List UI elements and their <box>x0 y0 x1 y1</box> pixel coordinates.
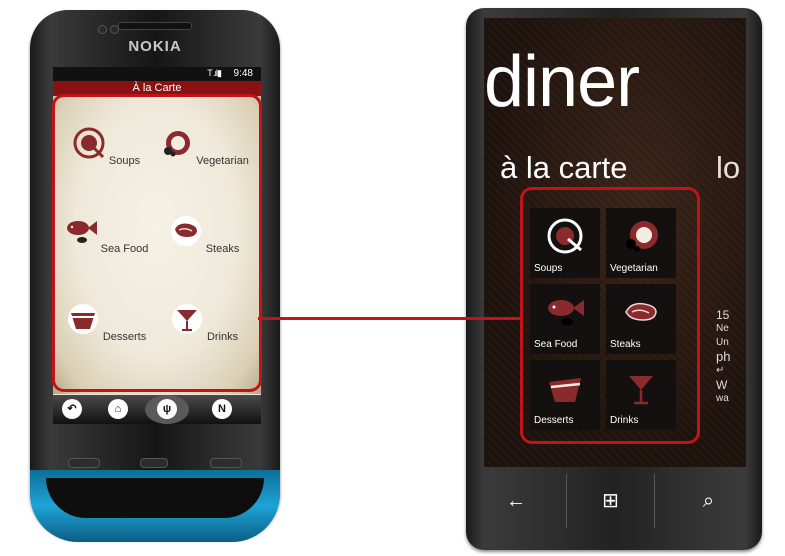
end-key[interactable] <box>210 458 242 468</box>
peek-line: 15 <box>716 308 730 322</box>
connector-line <box>258 317 522 320</box>
nokia-phone-chin <box>46 478 264 518</box>
peek-line: Un <box>716 337 729 348</box>
peek-line: Ne <box>716 323 729 334</box>
nokia-highlight-box <box>52 94 262 392</box>
menu-key[interactable] <box>140 458 168 468</box>
section-title: à la carte <box>500 150 628 185</box>
home-icon[interactable]: ⌂ <box>108 399 128 419</box>
next-section-peek[interactable]: lo <box>716 150 740 186</box>
peek-line: W <box>716 378 728 392</box>
nokia-hardware-keys <box>54 452 254 476</box>
windows-highlight-box <box>520 187 700 444</box>
peek-line: ph <box>716 349 731 364</box>
back-arrow-icon[interactable]: ← <box>466 470 566 532</box>
signal-indicator: T .ıl▮ <box>207 68 222 78</box>
search-icon[interactable]: ⌕ <box>655 470 762 532</box>
back-icon[interactable]: ↶ <box>62 399 82 419</box>
navigation-icon[interactable]: N <box>212 399 232 419</box>
call-key[interactable] <box>68 458 100 468</box>
status-time: 9:48 <box>233 68 253 79</box>
status-bar: T .ıl▮ 9:48 <box>53 67 261 81</box>
bottom-toolbar: ↶ ⌂ ψ N <box>53 395 261 424</box>
nokia-earpiece <box>118 22 192 30</box>
side-panel-peek: 15 Ne Un ph ↵ W wa <box>716 308 746 406</box>
peek-line: wa <box>716 393 729 404</box>
peek-line: ↵ <box>716 365 725 376</box>
nokia-brand-logo: NOKIA <box>128 38 182 55</box>
windows-start-icon[interactable]: ⊞ <box>567 470 654 532</box>
cutlery-icon[interactable]: ψ <box>157 399 177 419</box>
windows-phone-hardware-buttons: ← ⊞ ⌕ <box>466 470 762 532</box>
app-title: diner <box>484 42 640 122</box>
